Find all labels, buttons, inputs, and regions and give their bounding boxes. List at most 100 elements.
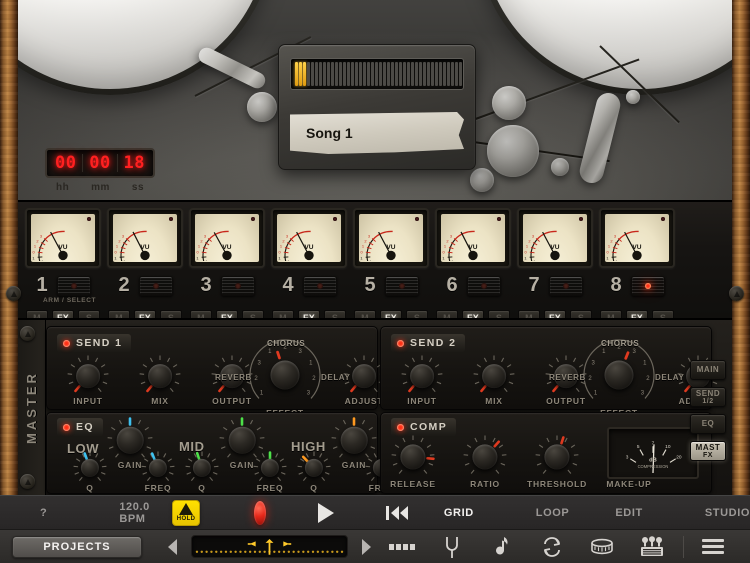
tape-meter-segment xyxy=(395,62,398,86)
svg-text:1: 1 xyxy=(32,255,34,260)
panel-screw xyxy=(6,286,21,301)
svg-text:1: 1 xyxy=(444,244,446,249)
track-number: 8 xyxy=(609,274,623,297)
button-label: MAST xyxy=(696,444,721,452)
tape-meter-segment xyxy=(355,62,358,86)
help-button[interactable]: ? xyxy=(40,507,47,519)
arm-select-button[interactable] xyxy=(303,276,337,296)
knob-gain[interactable] xyxy=(335,421,373,459)
knob-label: MAKE-UP xyxy=(606,479,651,489)
tape-meter-segment xyxy=(343,62,346,86)
song-title-label[interactable]: Song 1 xyxy=(290,112,464,154)
knob-q[interactable] xyxy=(189,455,215,481)
arm-select-button[interactable] xyxy=(385,276,419,296)
prev-arrow-icon[interactable] xyxy=(168,539,177,555)
tuning-fork-icon[interactable] xyxy=(435,535,469,559)
svg-text:0: 0 xyxy=(524,249,527,254)
svg-text:dB: dB xyxy=(649,458,657,464)
svg-text:1: 1 xyxy=(260,391,264,397)
arm-led xyxy=(153,283,159,289)
track-channel: 201075310123 VU 4 M FX S xyxy=(268,208,350,326)
loop-icon[interactable] xyxy=(535,536,569,558)
tape-meter-segment xyxy=(427,62,430,86)
arm-select-button[interactable] xyxy=(467,276,501,296)
knob-gain[interactable] xyxy=(111,421,149,459)
master-button-send[interactable]: SEND1/2 xyxy=(690,387,726,407)
cassette-holder[interactable]: Song 1 xyxy=(278,44,476,170)
comp-tag[interactable]: COMP xyxy=(391,418,456,436)
master-button-main[interactable]: MAIN xyxy=(690,360,726,380)
send2-tag[interactable]: SEND 2 xyxy=(391,334,465,352)
send1-tag[interactable]: SEND 1 xyxy=(57,334,131,352)
effect-selector-knob[interactable]: 123123123 xyxy=(597,353,641,397)
arm-select-button[interactable] xyxy=(139,276,173,296)
knob-freq[interactable] xyxy=(257,455,283,481)
metronome-hold-button[interactable]: HOLD xyxy=(172,500,200,526)
knob-ratio[interactable] xyxy=(467,439,503,475)
arm-select-button[interactable] xyxy=(631,276,665,296)
studio-button[interactable]: STUDIO xyxy=(705,507,750,519)
next-arrow-icon[interactable] xyxy=(362,539,371,555)
svg-text:3: 3 xyxy=(626,455,629,461)
vu-meter-face: 201075310123 VU xyxy=(195,214,259,262)
knob-mix[interactable] xyxy=(143,359,177,393)
tape-meter-segment xyxy=(311,62,314,86)
effect-delay-label: DELAY xyxy=(321,373,350,382)
svg-text:1: 1 xyxy=(602,349,606,355)
drum-icon[interactable] xyxy=(585,538,619,556)
timeline-scrubber[interactable] xyxy=(191,535,348,558)
arm-select-button[interactable] xyxy=(221,276,255,296)
eq-tag[interactable]: EQ xyxy=(57,418,103,436)
tape-meter-segment xyxy=(431,62,434,86)
svg-text:3: 3 xyxy=(257,360,261,366)
tape-meter-segment xyxy=(419,62,422,86)
knob-threshold[interactable] xyxy=(539,439,575,475)
knob-q[interactable] xyxy=(301,455,327,481)
tension-arm-right xyxy=(577,90,623,185)
arm-led xyxy=(235,283,241,289)
knob-release[interactable] xyxy=(395,439,431,475)
knob-input[interactable] xyxy=(405,359,439,393)
arm-select-button[interactable] xyxy=(57,276,91,296)
blocks-icon[interactable] xyxy=(385,542,419,552)
studio-icon[interactable] xyxy=(635,536,669,558)
svg-text:3: 3 xyxy=(40,233,43,238)
edit-button[interactable]: EDIT xyxy=(615,507,642,519)
svg-text:0: 0 xyxy=(114,249,117,254)
rewind-button[interactable] xyxy=(386,506,408,520)
bpm-display[interactable]: 120.0 BPM xyxy=(119,501,150,525)
knob-adjust[interactable] xyxy=(347,359,381,393)
grid-button[interactable]: GRID xyxy=(444,507,474,519)
button-sublabel: 1/2 xyxy=(702,398,713,405)
svg-text:3: 3 xyxy=(632,349,636,355)
master-label: MASTER xyxy=(18,320,46,495)
hold-label: HOLD xyxy=(177,516,196,522)
tape-meter-segment xyxy=(423,62,426,86)
roller-left xyxy=(247,92,277,122)
track-channel: 201075310123 VU 6 M FX S xyxy=(432,208,514,326)
knob-label: RATIO xyxy=(470,479,500,489)
loop-button[interactable]: LOOP xyxy=(536,507,570,519)
knob-label: FREQ xyxy=(257,483,284,493)
svg-text:VU: VU xyxy=(632,244,641,251)
svg-text:3: 3 xyxy=(122,233,125,238)
effect-selector-knob[interactable]: 123123123 xyxy=(263,353,307,397)
projects-button[interactable]: PROJECTS xyxy=(12,536,142,558)
button-label: EQ xyxy=(702,420,715,428)
note-icon[interactable] xyxy=(485,535,519,559)
eq-band-label: HIGH xyxy=(291,439,326,454)
vu-peak-led xyxy=(579,217,583,221)
arm-select-button[interactable] xyxy=(549,276,583,296)
record-button[interactable] xyxy=(254,501,266,525)
knob-mix[interactable] xyxy=(477,359,511,393)
knob-freq[interactable] xyxy=(145,455,171,481)
knob-input[interactable] xyxy=(71,359,105,393)
knob-gain[interactable] xyxy=(223,421,261,459)
master-button-eq[interactable]: EQ xyxy=(690,414,726,434)
vu-meter: 201075310123 VU xyxy=(271,208,347,268)
menu-icon[interactable] xyxy=(702,539,724,554)
play-button[interactable] xyxy=(318,503,334,523)
master-button-mast[interactable]: MASTFX xyxy=(690,441,726,461)
capstan-large xyxy=(487,125,539,177)
knob-q[interactable] xyxy=(77,455,103,481)
